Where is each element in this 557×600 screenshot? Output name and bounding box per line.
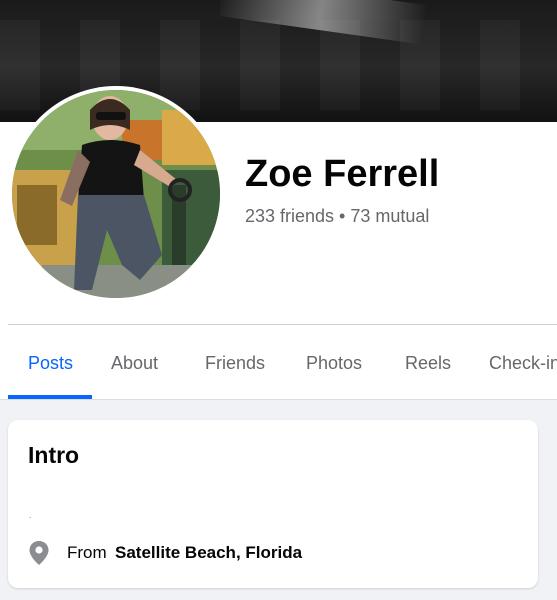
tab-check-ins[interactable]: Check-ins (489, 353, 557, 374)
intro-location: From Satellite Beach, Florida (28, 540, 518, 566)
location-link[interactable]: Satellite Beach, Florida (115, 543, 302, 563)
tab-about[interactable]: About (111, 353, 158, 374)
avatar-photo-illustration (12, 90, 220, 298)
tab-photos[interactable]: Photos (306, 353, 362, 374)
intro-title: Intro (28, 442, 80, 468)
intro-bio: . (29, 510, 32, 520)
profile-avatar[interactable] (8, 86, 224, 302)
location-prefix: From (67, 543, 107, 562)
tab-reels[interactable]: Reels (405, 353, 451, 374)
tab-posts[interactable]: Posts (28, 353, 73, 374)
friends-summary[interactable]: 233 friends • 73 mutual (245, 206, 429, 227)
tab-friends[interactable]: Friends (205, 353, 265, 374)
intro-card: Intro . From Satellite Beach, Florida (8, 420, 538, 588)
profile-tabs: Posts About Friends Photos Reels Check-i… (0, 325, 557, 400)
map-pin-icon (29, 541, 49, 565)
profile-name: Zoe Ferrell (245, 153, 440, 195)
avatar-photo (12, 90, 220, 298)
tabs-bottom-border (0, 399, 557, 400)
